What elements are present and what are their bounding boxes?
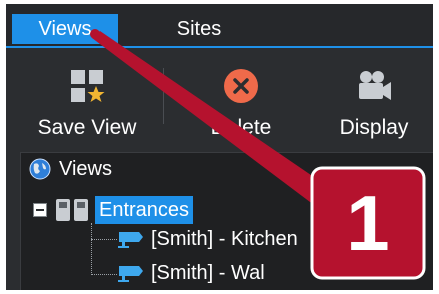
- tab-views[interactable]: Views: [12, 14, 118, 44]
- cameras-group-icon: [56, 199, 88, 221]
- delete-button[interactable]: Delete: [186, 48, 296, 146]
- toolbar: Save View Delete Display: [6, 48, 433, 146]
- display-button[interactable]: Display: [324, 48, 424, 146]
- callout-number: 1: [346, 179, 390, 267]
- tab-bar: Views Sites: [6, 4, 433, 48]
- camera-icon: [118, 232, 143, 248]
- delete-icon: [224, 69, 258, 103]
- tab-sites[interactable]: Sites: [154, 14, 244, 44]
- collapse-minus-icon[interactable]: [33, 203, 47, 217]
- tree-group-label: Entrances: [95, 196, 194, 224]
- save-view-icon: [71, 70, 105, 102]
- tree-connector: [91, 239, 117, 240]
- globe-icon: [29, 158, 51, 180]
- tree-camera-item[interactable]: [Smith] - Wal: [117, 259, 317, 287]
- tree-camera-item[interactable]: [Smith] - Kitchen: [117, 225, 317, 253]
- tree-group-entrances[interactable]: Entrances: [29, 196, 229, 224]
- display-label: Display: [339, 116, 409, 139]
- tree-connector: [91, 223, 92, 275]
- camera-item-label: [Smith] - Kitchen: [151, 228, 298, 250]
- tree-root-label: Views: [59, 158, 112, 180]
- camera-item-label: [Smith] - Wal: [151, 262, 265, 284]
- camera-icon: [118, 266, 143, 282]
- save-view-button[interactable]: Save View: [6, 48, 168, 146]
- delete-label: Delete: [210, 116, 272, 139]
- toolbar-separator: [163, 68, 164, 124]
- display-camera-icon: [359, 71, 391, 100]
- save-view-label: Save View: [37, 116, 137, 139]
- tree-connector: [91, 274, 117, 275]
- tree-root-views[interactable]: Views: [29, 155, 169, 183]
